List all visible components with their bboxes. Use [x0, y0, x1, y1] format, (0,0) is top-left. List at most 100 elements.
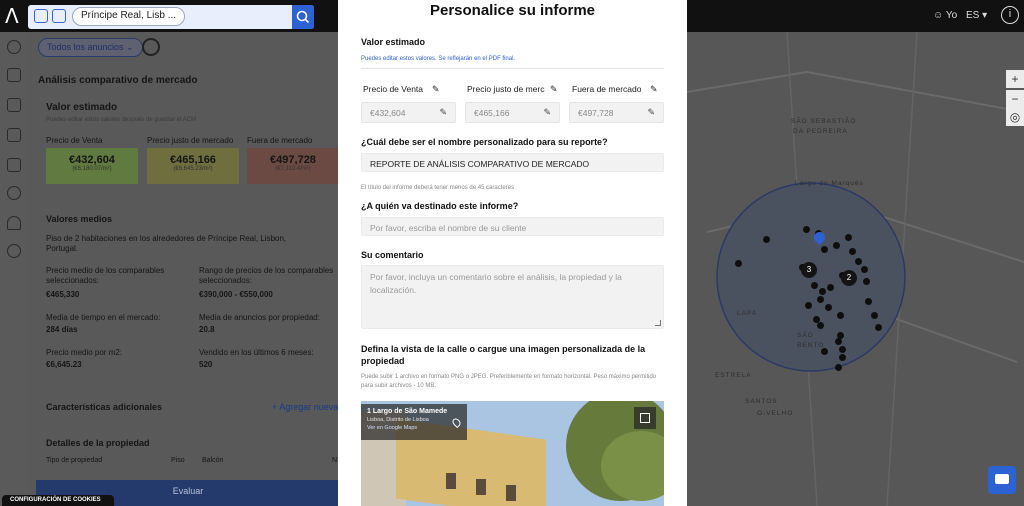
comparable-marker[interactable] — [839, 354, 846, 361]
comparable-marker[interactable] — [835, 364, 842, 371]
comparable-marker[interactable] — [845, 234, 852, 241]
cookie-settings-button[interactable]: CONFIGURACIÓN DE COOKIES — [2, 495, 114, 506]
price-per-m2: (€6,645.23/m²) — [173, 166, 213, 172]
locate-icon[interactable]: ◎ — [1006, 108, 1024, 126]
bell-icon[interactable] — [7, 216, 21, 230]
comparable-marker[interactable] — [803, 226, 810, 233]
zoom-in-button[interactable]: + — [1006, 70, 1024, 88]
map-label: SÃO SEBASTIÃO — [791, 118, 857, 125]
report-name-input[interactable]: REPORTE DE ANÁLISIS COMPARATIVO DE MERCA… — [361, 153, 664, 172]
language-selector[interactable]: ES ▾ — [966, 10, 987, 21]
street-view-heading: Defina la vista de la calle o cargue una… — [361, 344, 646, 366]
comparable-marker[interactable] — [817, 296, 824, 303]
comparable-marker[interactable] — [871, 312, 878, 319]
document-icon[interactable] — [7, 128, 21, 142]
add-feature-link[interactable]: + Agregar nueva — [272, 402, 338, 412]
piso-label: Piso — [171, 457, 185, 464]
comparable-marker[interactable] — [833, 242, 840, 249]
user-menu[interactable]: ☺ Yo — [933, 10, 957, 21]
edit-pencil-icon[interactable]: ✎ — [439, 107, 447, 118]
comparable-marker[interactable] — [817, 322, 824, 329]
search-button[interactable] — [292, 5, 314, 29]
n-label: N — [332, 457, 338, 464]
refresh-icon[interactable] — [142, 38, 160, 56]
comparable-marker[interactable] — [825, 304, 832, 311]
balcon-label: Balcón — [202, 457, 224, 464]
map-label: ESTRELA — [715, 372, 752, 379]
map-label: O-VELHO — [757, 410, 794, 417]
price-input-venta[interactable]: €432,604 ✎ — [361, 102, 456, 123]
price-input-justo[interactable]: €465,166 ✎ — [465, 102, 560, 123]
comparable-marker[interactable] — [839, 346, 846, 353]
modal-title: Personalice su informe — [429, 2, 596, 19]
info-icon[interactable]: i — [1001, 6, 1019, 24]
price-label-fuera: Fuera de mercado — [247, 136, 313, 145]
comparable-marker[interactable] — [865, 298, 872, 305]
comparable-marker[interactable] — [811, 282, 818, 289]
customize-report-modal: Personalice su informe Valor estimado Pu… — [338, 0, 687, 506]
search-icon[interactable] — [7, 40, 21, 54]
comparable-marker[interactable] — [863, 278, 870, 285]
comment-placeholder: Por favor, incluya un comentario sobre e… — [370, 272, 622, 295]
edit-pencil-icon[interactable]: ✎ — [432, 84, 440, 95]
comparable-marker[interactable] — [819, 288, 826, 295]
street-region: Lisboa, Distrito de Lisboa — [367, 417, 429, 423]
price-per-m2: (€7,110.4/m²) — [275, 166, 311, 172]
map-area-icon[interactable] — [52, 9, 66, 23]
report-name-help: El título del informe deberá tener menos… — [361, 185, 515, 191]
polygon-draw-icon[interactable] — [34, 9, 48, 23]
app-logo[interactable]: Λ — [5, 4, 19, 28]
cluster-marker[interactable]: 2 — [841, 270, 857, 286]
image-icon[interactable] — [7, 98, 21, 112]
resize-handle-icon[interactable] — [655, 320, 661, 326]
comparable-marker[interactable] — [835, 338, 842, 345]
price-value: €497,728 — [270, 154, 316, 166]
comparable-marker[interactable] — [821, 348, 828, 355]
comparable-marker[interactable] — [861, 266, 868, 273]
street-view-image[interactable]: 1 Largo de São Mamede Lisboa, Distrito d… — [361, 401, 664, 506]
chat-icon[interactable] — [988, 466, 1016, 494]
edit-pencil-icon[interactable]: ✎ — [550, 84, 558, 95]
street-place: 1 Largo de São Mamede — [367, 408, 448, 415]
caracteristicas-title: Características adicionales — [46, 402, 163, 412]
comment-textarea[interactable]: Por favor, incluya un comentario sobre e… — [361, 265, 664, 329]
heart-icon[interactable] — [7, 244, 21, 258]
cluster-marker[interactable]: 3 — [801, 262, 817, 278]
valor-estimado-title: Valor estimado — [46, 102, 118, 113]
location-chip[interactable]: Príncipe Real, Lisb ... — [72, 7, 186, 26]
comparable-marker[interactable] — [837, 312, 844, 319]
comparable-marker[interactable] — [805, 302, 812, 309]
detalles-title: Detalles de la propiedad — [46, 438, 150, 448]
property-search-icon[interactable] — [7, 68, 21, 82]
stat-value: 284 días — [46, 325, 78, 334]
comparable-marker[interactable] — [849, 248, 856, 255]
user-icon: ☺ — [933, 10, 946, 21]
recipient-input[interactable]: Por favor, escriba el nombre de su clien… — [361, 217, 664, 236]
edit-pencil-icon[interactable]: ✎ — [647, 107, 655, 118]
map-label: Largo do Marquês — [795, 180, 864, 187]
price-input-fuera[interactable]: €497,728 ✎ — [569, 102, 664, 123]
comparable-marker[interactable] — [875, 324, 882, 331]
property-description: Piso de 2 habitaciones en los alrededore… — [46, 234, 287, 253]
chart-icon[interactable] — [7, 158, 21, 172]
comparable-marker[interactable] — [827, 284, 834, 291]
google-maps-link[interactable]: Ver en Google Maps — [367, 425, 461, 431]
comparable-marker[interactable] — [763, 236, 770, 243]
tipo-propiedad-label: Tipo de propiedad — [46, 457, 103, 464]
map-view[interactable]: SÃO SEBASTIÃO DA PEDREIRA Largo do Marquês… — [687, 32, 1024, 506]
zoom-out-button[interactable]: − — [1006, 90, 1024, 108]
edit-pencil-icon[interactable]: ✎ — [650, 84, 658, 95]
stat-value: €6,645.23 — [46, 360, 82, 369]
edit-pencil-icon[interactable]: ✎ — [543, 107, 551, 118]
listings-filter-dropdown[interactable]: Todos los anuncios ⌄ — [38, 38, 143, 57]
left-sidebar — [0, 32, 28, 506]
stat-value: €465,330 — [46, 290, 80, 299]
target-icon[interactable] — [7, 186, 21, 200]
location-search[interactable]: Príncipe Real, Lisb ... — [28, 5, 314, 29]
fullscreen-icon[interactable] — [634, 407, 656, 429]
comparable-marker[interactable] — [821, 246, 828, 253]
comparable-marker[interactable] — [735, 260, 742, 267]
price-value: €497,728 — [578, 108, 614, 118]
map-label: BENTO — [797, 342, 825, 349]
comparable-marker[interactable] — [855, 258, 862, 265]
